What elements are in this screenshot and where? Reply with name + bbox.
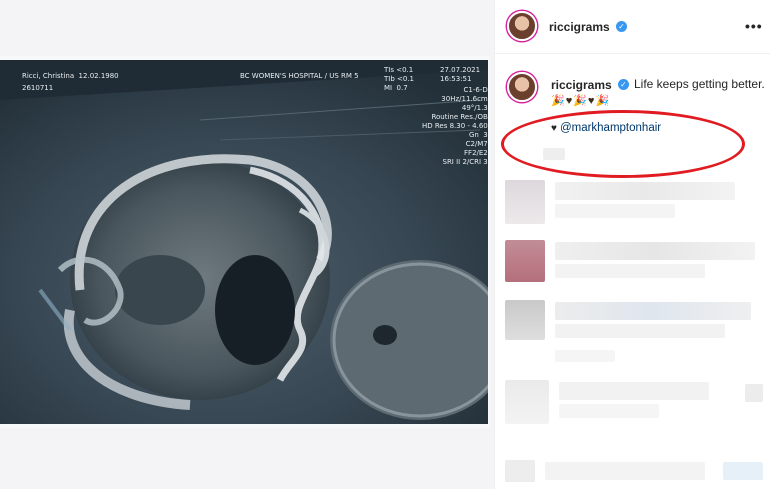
scan-patient-id: 2610711 [22,84,54,92]
caption-username[interactable]: riccigrams [551,78,612,92]
blurred-comment [723,462,763,480]
scan-settings: C1-6-D 30Hz/11.6cm 49°/1.3 Routine Res./… [422,86,488,166]
avatar[interactable] [507,11,537,41]
blurred-comment [505,300,545,340]
scan-date-time: 27.07.2021 16:53:51 [440,66,481,83]
scan-index-values: TIs <0.1 TIb <0.1 MI 0.7 [384,66,415,92]
blurred-comment [745,384,763,402]
scan-patient-name: Ricci, Christina 12.02.1980 [22,72,119,80]
verified-badge-icon: ✓ [616,21,627,32]
verified-badge-icon: ✓ [618,79,629,90]
blurred-comment [505,180,545,224]
post-header: riccigrams ✓ ••• [495,0,770,54]
blurred-comment [505,380,549,424]
post-sidebar: riccigrams ✓ ••• riccigrams ✓ Life keeps… [494,0,770,489]
blurred-comment [543,148,565,160]
header-username[interactable]: riccigrams [549,20,610,34]
blurred-comment [555,242,755,260]
blurred-comment [555,302,751,320]
blurred-comment [505,460,535,482]
annotation-circle [501,110,745,178]
blurred-comment [555,324,725,338]
blurred-comment [555,264,705,278]
blurred-comment [555,204,675,218]
more-options-icon[interactable]: ••• [745,18,763,34]
caption-emojis: 🎉♥🎉♥🎉 [551,95,611,107]
blurred-comment [545,462,705,480]
blurred-comment [559,404,659,418]
blurred-comment [555,350,615,362]
blurred-comment [555,182,735,200]
scan-hospital: BC WOMEN'S HOSPITAL / US RM 5 [240,72,359,80]
post-image[interactable]: Ricci, Christina 12.02.1980 2610711 BC W… [0,0,494,489]
blurred-comment [505,240,545,282]
ultrasound-scan-image [0,60,488,424]
caption-text: Life keeps getting better. [634,77,765,91]
caption-avatar[interactable] [507,72,537,102]
blurred-comment [559,382,709,400]
